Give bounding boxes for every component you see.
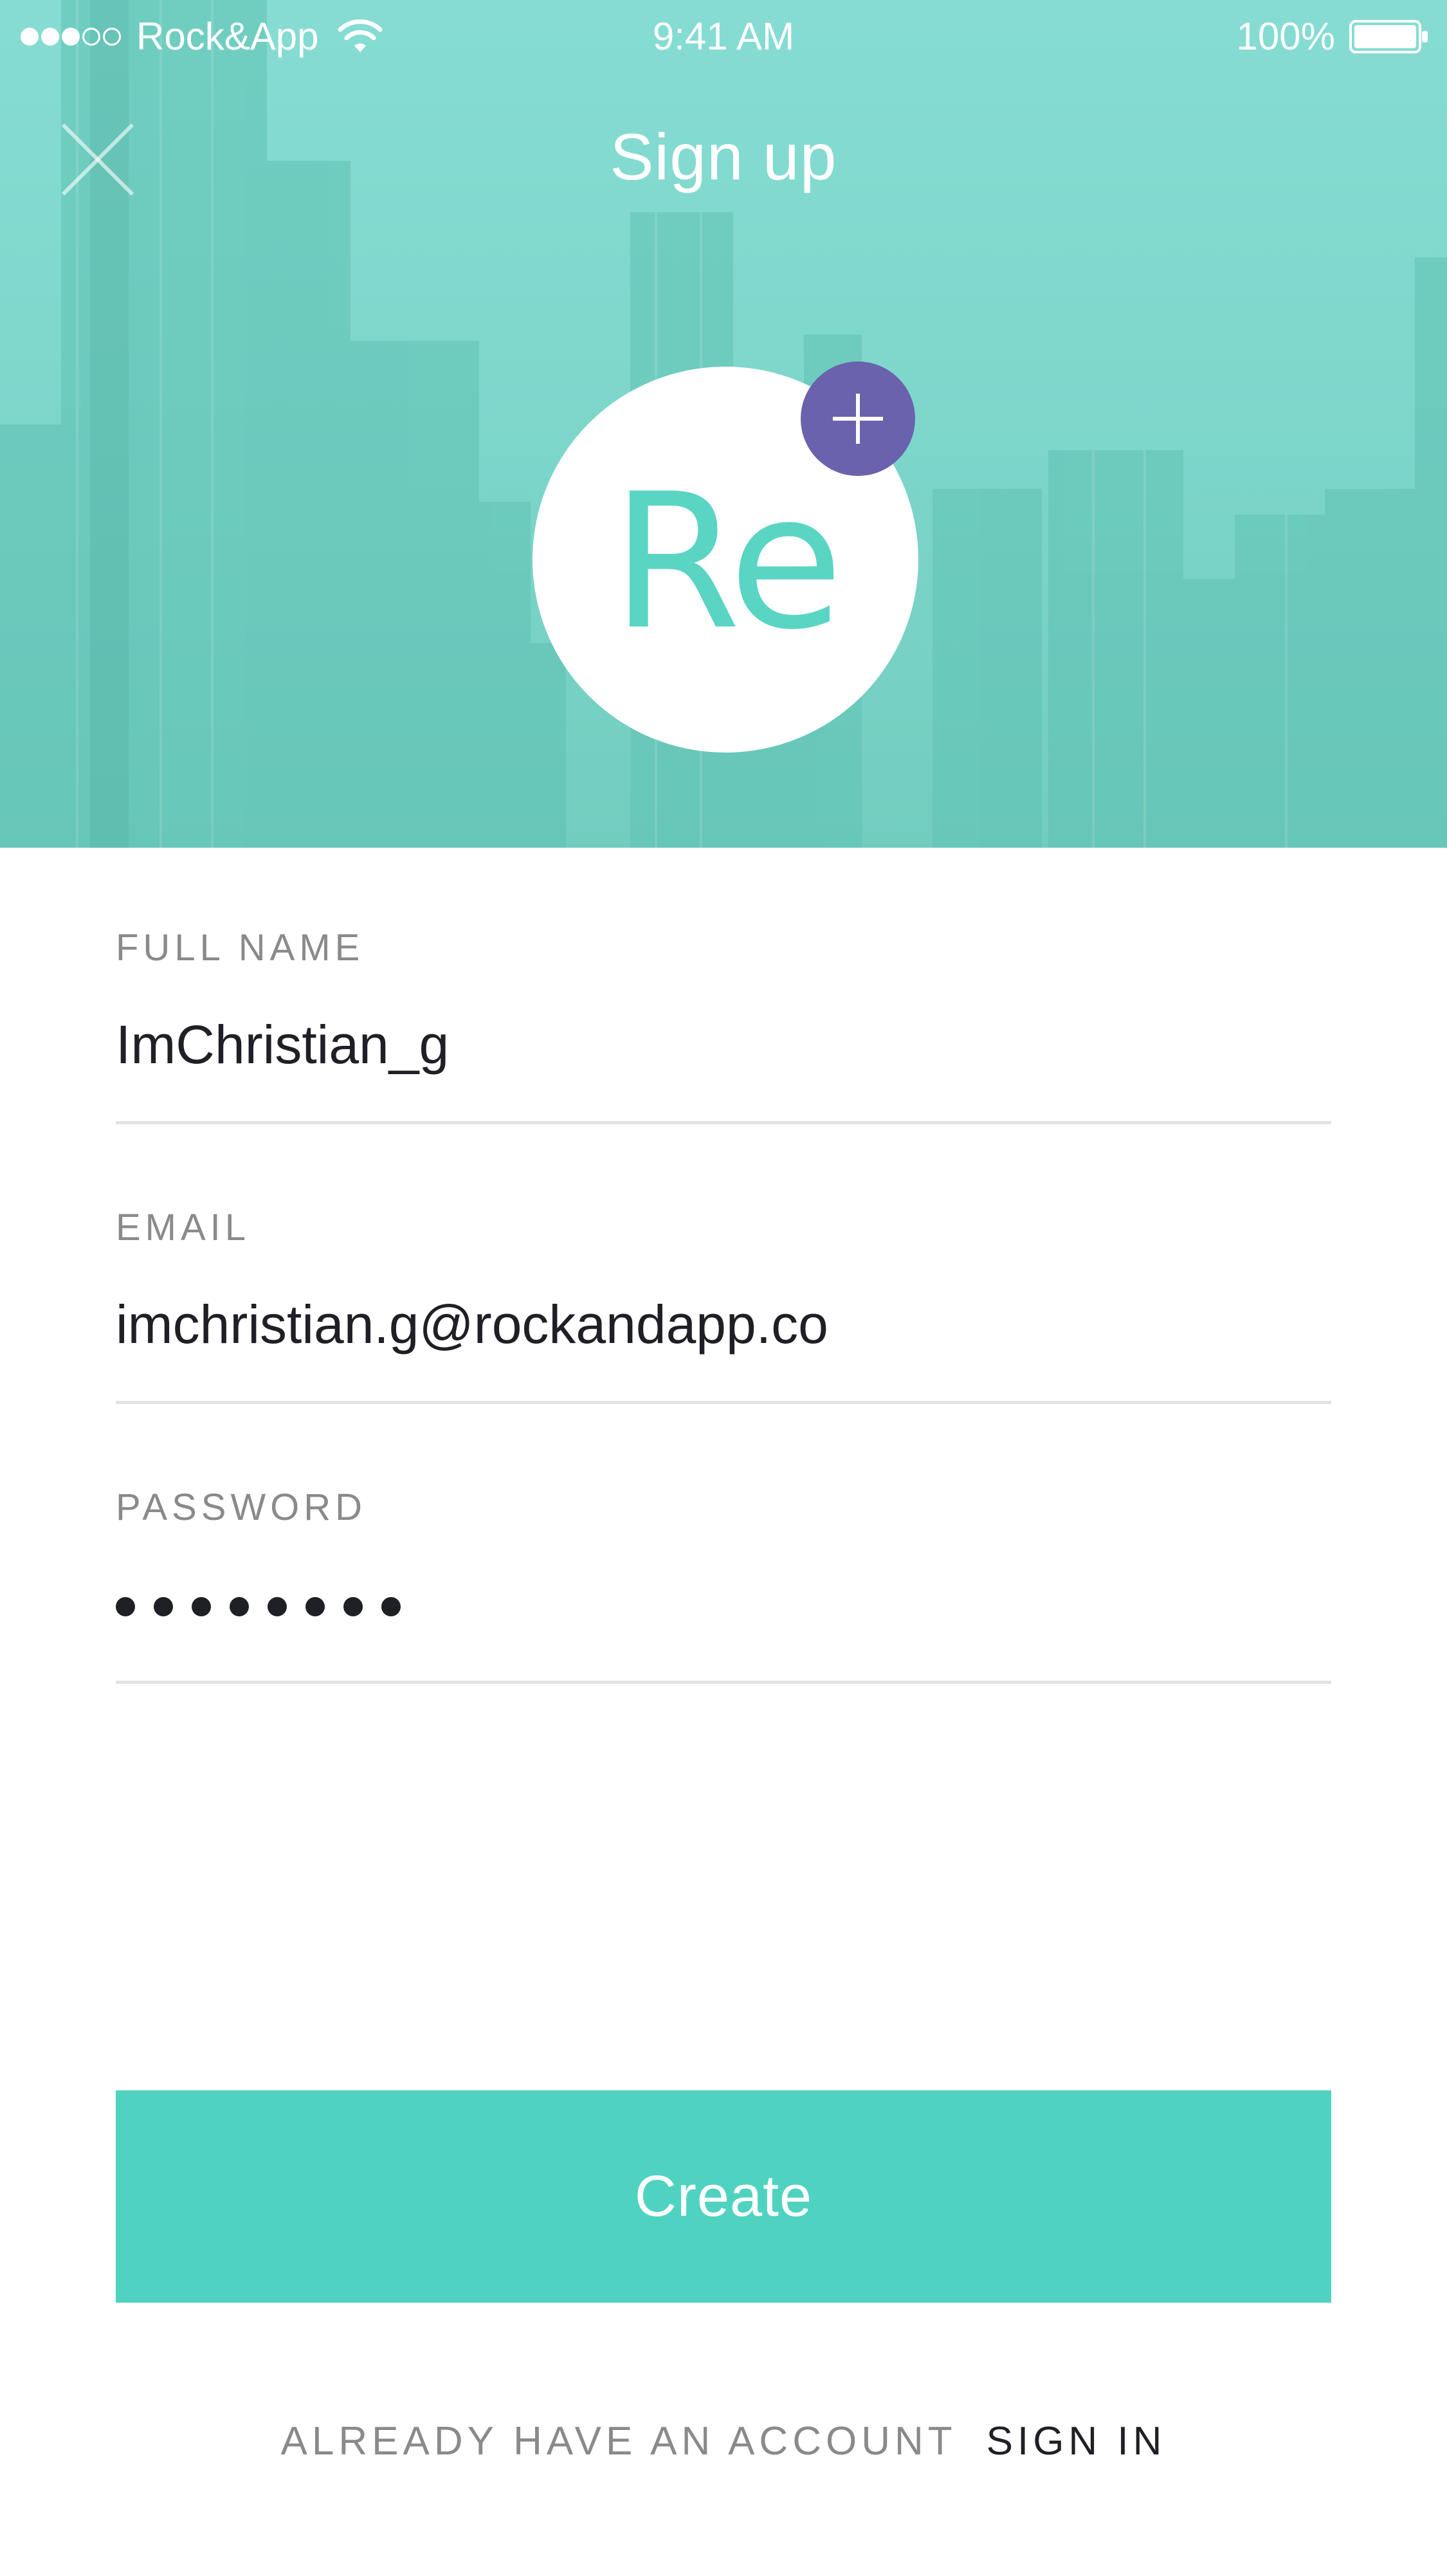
plus-icon	[833, 394, 883, 444]
account-question: ALREADY HAVE AN ACCOUNT	[280, 2419, 957, 2463]
password-label: PASSWORD	[116, 1486, 367, 1528]
email-field[interactable]: EMAIL imchristian.g@rockandapp.co	[116, 1206, 1331, 1405]
full-name-input[interactable]: ImChristian_g	[116, 1014, 449, 1076]
password-mask-dot	[192, 1597, 211, 1616]
password-mask-dot	[116, 1597, 135, 1616]
password-mask-dot	[154, 1597, 173, 1616]
header-hero: Rock&App 9:41 AM 100% Sign up Re	[0, 0, 1447, 848]
sign-in-link[interactable]: SIGN IN	[987, 2419, 1167, 2463]
battery-icon	[1349, 19, 1428, 53]
add-photo-button[interactable]	[801, 361, 915, 476]
password-input[interactable]	[116, 1597, 419, 1616]
avatar-initials: Re	[611, 453, 844, 671]
full-name-label: FULL NAME	[116, 927, 365, 969]
email-divider	[116, 1401, 1331, 1404]
email-label: EMAIL	[116, 1207, 251, 1248]
status-time: 9:41 AM	[652, 15, 795, 58]
password-mask-dot	[230, 1597, 249, 1616]
battery-percentage: 100%	[1236, 15, 1335, 58]
password-mask-dot	[343, 1597, 363, 1616]
email-input[interactable]: imchristian.g@rockandapp.co	[116, 1293, 828, 1356]
page-title: Sign up	[610, 120, 837, 194]
create-button[interactable]: Create	[116, 2090, 1331, 2303]
password-mask-dot	[381, 1597, 401, 1616]
sign-in-prompt: ALREADY HAVE AN ACCOUNT SIGN IN	[0, 2418, 1447, 2464]
password-mask-dot	[268, 1597, 287, 1616]
status-bar: Rock&App 9:41 AM 100%	[0, 0, 1447, 74]
full-name-divider	[116, 1121, 1331, 1124]
password-divider	[116, 1681, 1331, 1684]
full-name-field[interactable]: FULL NAME ImChristian_g	[116, 926, 1331, 1126]
password-mask-dot	[305, 1597, 325, 1616]
password-field[interactable]: PASSWORD	[116, 1486, 1331, 1685]
